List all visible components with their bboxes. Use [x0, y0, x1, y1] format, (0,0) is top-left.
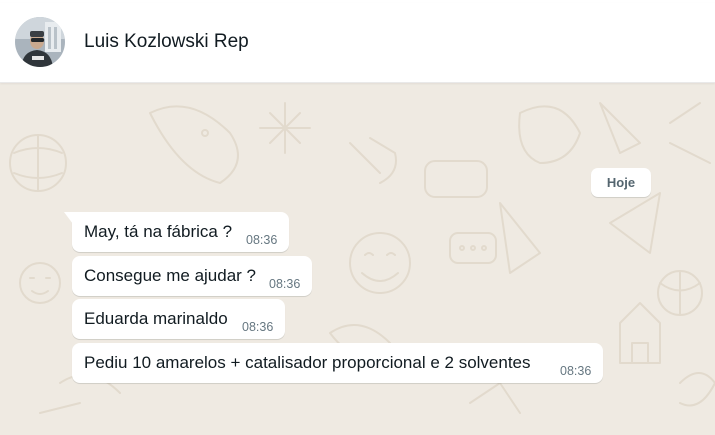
message-time: 08:36 [246, 233, 278, 247]
contact-name[interactable]: Luis Kozlowski Rep [84, 31, 249, 53]
message-time: 08:36 [269, 277, 301, 291]
message-text: Pediu 10 amarelos + catalisador proporci… [84, 353, 531, 372]
message-bubble[interactable]: Eduarda marinaldo 08:36 [72, 299, 285, 339]
message-bubble[interactable]: May, tá na fábrica ? 08:36 [64, 212, 289, 252]
message-text: Consegue me ajudar ? [84, 266, 257, 285]
message-time: 08:36 [242, 320, 274, 334]
contact-avatar[interactable] [15, 17, 65, 67]
message-time: 08:36 [560, 364, 592, 378]
message-bubble[interactable]: Consegue me ajudar ? 08:36 [72, 256, 312, 296]
message-bubble[interactable]: Pediu 10 amarelos + catalisador proporci… [72, 343, 603, 383]
message-text: May, tá na fábrica ? [84, 222, 233, 241]
chat-area[interactable]: Hoje May, tá na fábrica ? 08:36 Consegue… [0, 83, 715, 435]
date-divider: Hoje [591, 168, 651, 197]
bubble-tail [64, 212, 73, 224]
chat-header: Luis Kozlowski Rep [0, 3, 715, 83]
avatar-photo-icon [15, 17, 65, 67]
message-text: Eduarda marinaldo [84, 309, 228, 328]
